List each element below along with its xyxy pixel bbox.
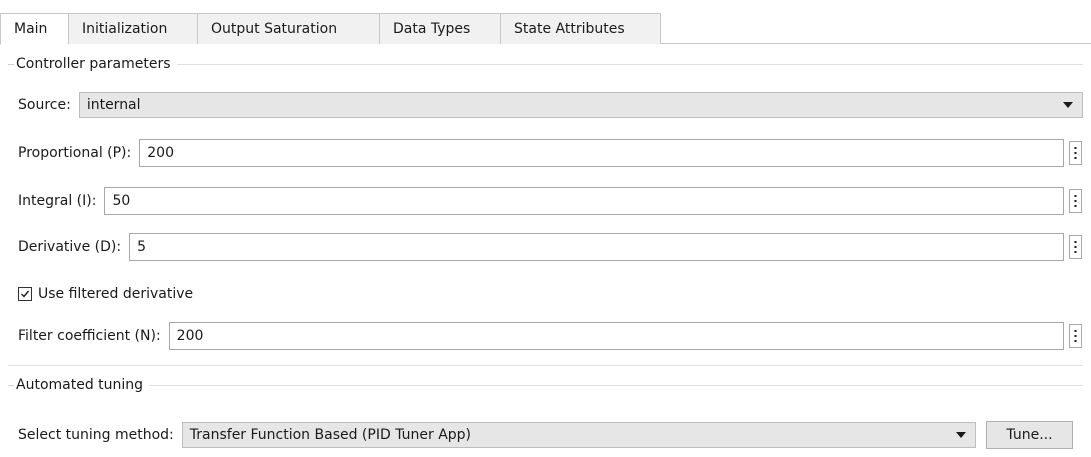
automated-tuning-title: Automated tuning xyxy=(16,377,144,393)
use-filtered-derivative-row: Use filtered derivative xyxy=(18,280,193,308)
filter-coefficient-menu-button[interactable] xyxy=(1069,324,1082,348)
caret-down-icon xyxy=(1063,102,1073,108)
use-filtered-derivative-label[interactable]: Use filtered derivative xyxy=(38,286,193,302)
derivative-row: Derivative (D): 5 xyxy=(18,233,1064,261)
tab-output-saturation[interactable]: Output Saturation xyxy=(198,13,380,44)
caret-down-icon xyxy=(956,432,966,438)
proportional-label: Proportional (P): xyxy=(18,145,132,161)
derivative-label: Derivative (D): xyxy=(18,239,122,255)
proportional-input[interactable]: 200 xyxy=(139,139,1064,167)
tab-data-types[interactable]: Data Types xyxy=(380,13,501,44)
tuning-method-value: Transfer Function Based (PID Tuner App) xyxy=(189,427,472,443)
tuning-method-dropdown[interactable]: Transfer Function Based (PID Tuner App) xyxy=(181,422,976,448)
proportional-row: Proportional (P): 200 xyxy=(18,139,1064,167)
group-divider xyxy=(8,365,1083,366)
derivative-input[interactable]: 5 xyxy=(129,233,1064,261)
integral-row: Integral (I): 50 xyxy=(18,187,1064,215)
vertical-ellipsis-icon xyxy=(1074,147,1077,159)
vertical-ellipsis-icon xyxy=(1074,330,1077,342)
tab-bar: Main Initialization Output Saturation Da… xyxy=(0,12,661,45)
vertical-ellipsis-icon xyxy=(1074,195,1077,207)
tune-button[interactable]: Tune... xyxy=(986,421,1073,449)
tab-main[interactable]: Main xyxy=(0,13,69,45)
filter-coefficient-label: Filter coefficient (N): xyxy=(18,328,161,344)
filter-coefficient-input[interactable]: 200 xyxy=(168,322,1064,350)
tuning-method-row: Select tuning method: Transfer Function … xyxy=(18,421,976,449)
use-filtered-derivative-checkbox[interactable] xyxy=(18,287,32,301)
tuning-method-label: Select tuning method: xyxy=(18,427,174,443)
vertical-ellipsis-icon xyxy=(1074,241,1077,253)
checkmark-icon xyxy=(21,290,30,298)
integral-label: Integral (I): xyxy=(18,193,97,209)
group-header-rule xyxy=(149,384,1083,386)
source-label: Source: xyxy=(18,97,71,113)
block-parameters-dialog: Main Initialization Output Saturation Da… xyxy=(0,0,1091,457)
integral-input[interactable]: 50 xyxy=(104,187,1064,215)
group-header-rule xyxy=(176,63,1083,65)
controller-parameters-title: Controller parameters xyxy=(16,56,171,72)
derivative-menu-button[interactable] xyxy=(1069,235,1082,259)
filter-coefficient-row: Filter coefficient (N): 200 xyxy=(18,322,1064,350)
source-dropdown[interactable]: internal xyxy=(78,92,1083,118)
controller-parameters-group-header: Controller parameters xyxy=(8,54,1083,74)
source-row: Source: internal xyxy=(18,91,1083,119)
automated-tuning-group-header: Automated tuning xyxy=(8,375,1083,395)
tab-initialization[interactable]: Initialization xyxy=(69,13,198,44)
proportional-menu-button[interactable] xyxy=(1069,141,1082,165)
source-dropdown-value: internal xyxy=(86,97,141,113)
integral-menu-button[interactable] xyxy=(1069,189,1082,213)
tab-state-attributes[interactable]: State Attributes xyxy=(501,13,661,44)
